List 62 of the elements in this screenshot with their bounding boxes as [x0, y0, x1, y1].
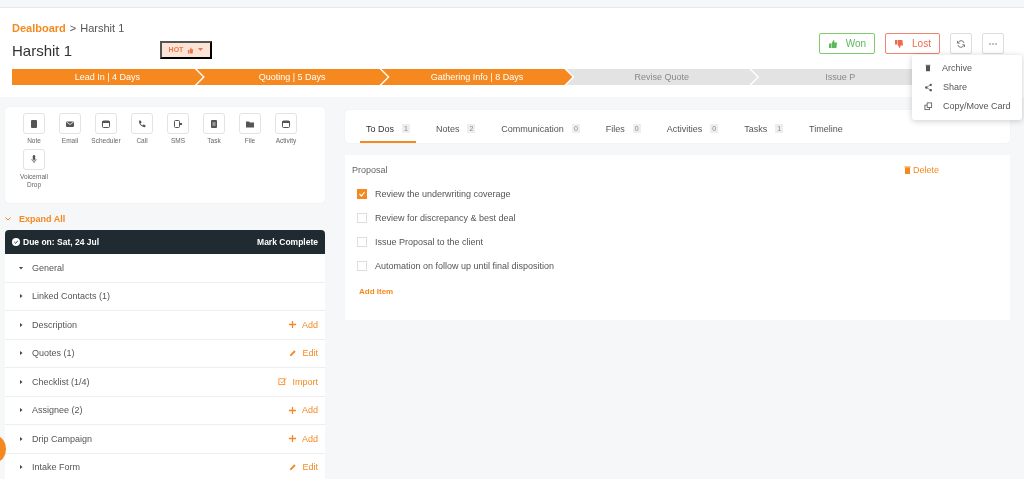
- calendar-icon: [281, 118, 291, 129]
- share-icon: [924, 82, 933, 92]
- checklist-title: Proposal: [352, 165, 388, 175]
- quick-action-button[interactable]: [239, 113, 261, 134]
- plus-icon: [288, 405, 297, 415]
- checklist-item: Issue Proposal to the client: [375, 237, 484, 247]
- section-row[interactable]: Drip Campaign Add: [5, 425, 325, 454]
- deal-title: Harshit 1: [12, 42, 74, 59]
- quick-action-button[interactable]: [95, 113, 117, 134]
- section-label: Intake Form: [32, 462, 81, 473]
- section-row[interactable]: Assignee (2) Add: [5, 396, 325, 425]
- microphone-icon: [29, 154, 39, 165]
- quick-action-button[interactable]: [131, 113, 153, 134]
- section-row[interactable]: Checklist (1/4) Import: [5, 368, 325, 397]
- quick-action-button[interactable]: [167, 113, 189, 134]
- section-row[interactable]: General: [5, 254, 325, 283]
- trash-icon: [924, 64, 932, 72]
- quick-action-button[interactable]: [23, 113, 45, 134]
- import-icon: [278, 377, 288, 387]
- section-row[interactable]: Intake Form Edit: [5, 453, 325, 479]
- breadcrumb-current: Harshit 1: [80, 22, 125, 34]
- phone-icon: [137, 118, 147, 129]
- clipboard-icon: [209, 118, 219, 129]
- checklist-item: Review the underwriting coverage: [375, 189, 511, 199]
- check-circle-icon: [12, 238, 20, 246]
- quick-action-button[interactable]: [59, 113, 81, 134]
- section-label: Checklist (1/4): [32, 376, 91, 387]
- chat-icon: [173, 118, 183, 129]
- thumbs-down-icon: [894, 38, 905, 49]
- section-label: General: [32, 262, 66, 273]
- section-label: Linked Contacts (1): [32, 291, 112, 302]
- checkbox[interactable]: [357, 189, 367, 199]
- breadcrumb-separator: >: [69, 22, 77, 34]
- refresh-button[interactable]: [950, 33, 972, 54]
- refresh-icon: [956, 38, 966, 49]
- pencil-icon: [288, 462, 298, 472]
- pencil-icon: [288, 348, 298, 358]
- checklist-item: Automation on follow up until final disposition: [375, 261, 555, 271]
- quick-action-button[interactable]: [203, 113, 225, 134]
- caret-down-icon: [198, 48, 204, 51]
- due-date: Due on: Sat, 24 Jul: [23, 237, 100, 247]
- note-icon: [29, 118, 39, 129]
- plus-icon: [288, 434, 297, 444]
- section-label: Drip Campaign: [32, 433, 94, 444]
- section-row[interactable]: Quotes (1) Edit: [5, 339, 325, 368]
- quick-action-button[interactable]: [275, 113, 297, 134]
- section-label: Description: [32, 319, 79, 330]
- copy-icon: [924, 101, 933, 111]
- tab[interactable]: Timeline: [803, 119, 849, 143]
- chevron-down-icon: [5, 217, 11, 221]
- section-label: Assignee (2): [32, 405, 84, 416]
- trash-icon: [904, 166, 911, 174]
- plus-icon: [288, 320, 297, 330]
- mark-complete-button[interactable]: Mark Complete: [257, 237, 318, 247]
- section-label: Quotes (1): [32, 348, 76, 359]
- calendar-icon: [101, 118, 111, 129]
- quick-action-button[interactable]: [23, 148, 45, 170]
- section-row[interactable]: Description Add: [5, 311, 325, 340]
- menu-item[interactable]: Share: [943, 82, 968, 92]
- section-row[interactable]: Linked Contacts (1): [5, 282, 325, 311]
- menu-item[interactable]: Copy/Move Card: [943, 101, 1011, 111]
- checklist-item: Review for discrepancy & best deal: [375, 213, 516, 223]
